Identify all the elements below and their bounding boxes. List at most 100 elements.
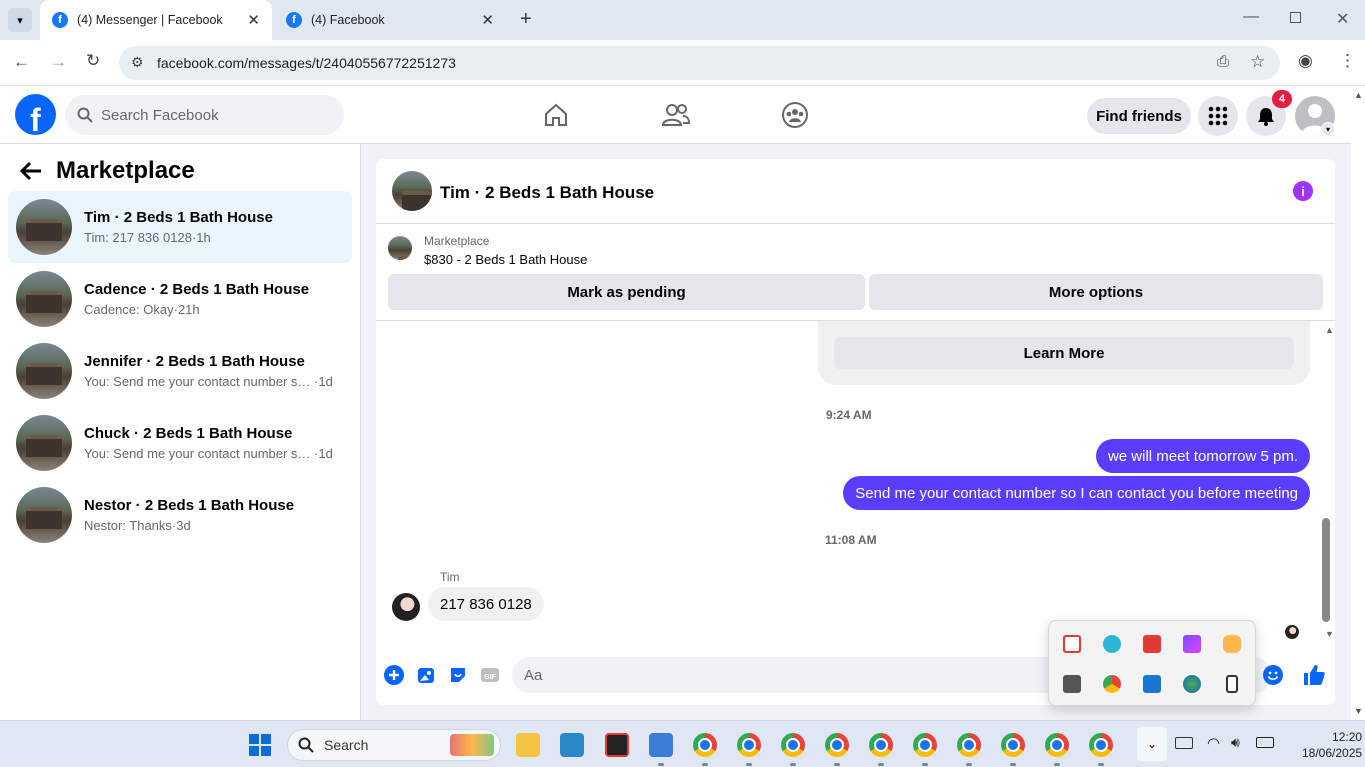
site-settings-icon[interactable]: ⚙ — [131, 54, 144, 71]
tab-search-dropdown-icon[interactable]: ▾ — [8, 8, 32, 32]
close-window-icon[interactable]: ✕ — [1336, 9, 1349, 29]
bookmark-star-icon[interactable]: ☆ — [1250, 52, 1265, 72]
battery-icon[interactable] — [1256, 737, 1274, 748]
sticker-icon[interactable] — [448, 665, 468, 685]
running-indicator — [878, 763, 884, 766]
listing-thumbnail[interactable] — [388, 236, 412, 260]
install-app-icon[interactable]: ⎙ — [1217, 53, 1229, 70]
find-friends-button[interactable]: Find friends — [1087, 98, 1191, 134]
tab-facebook[interactable]: f (4) Facebook ✕ — [274, 0, 506, 40]
outgoing-message[interactable]: we will meet tomorrow 5 pm. — [1095, 439, 1310, 473]
chrome-profile-icon[interactable] — [693, 733, 717, 757]
wifi-icon[interactable]: ◠ — [1207, 734, 1220, 752]
scroll-up-icon[interactable]: ▲ — [1325, 325, 1334, 335]
chrome-profile-icon[interactable] — [1001, 733, 1025, 757]
tab-title: (4) Messenger | Facebook — [77, 13, 223, 27]
incoming-message[interactable]: 217 836 0128 — [428, 587, 544, 621]
restore-icon[interactable] — [1290, 12, 1301, 23]
anydesk-icon[interactable] — [1143, 635, 1161, 653]
keyboard-icon[interactable] — [1175, 737, 1193, 749]
reload-icon[interactable]: ↻ — [86, 51, 100, 71]
chat-scroll-thumb[interactable] — [1322, 518, 1330, 622]
volume-icon[interactable]: 🔊︎ — [1231, 734, 1240, 751]
system-clock[interactable]: 12:20 18/06/2025 — [1302, 729, 1362, 761]
emoji-icon[interactable] — [1263, 665, 1283, 685]
network-app-icon[interactable] — [1143, 675, 1161, 693]
conversation-name: Cadence · 2 Beds 1 Bath House — [84, 281, 310, 298]
listing-title[interactable]: $830 - 2 Beds 1 Bath House — [424, 252, 587, 267]
scroll-down-icon[interactable]: ▼ — [1325, 629, 1334, 639]
chrome-profile-icon[interactable] — [1045, 733, 1069, 757]
tray-overflow-chevron-icon[interactable]: ⌄ — [1137, 727, 1167, 761]
friends-icon[interactable] — [659, 98, 693, 132]
mark-as-pending-button[interactable]: Mark as pending — [388, 274, 865, 310]
chrome-profile-icon[interactable] — [737, 733, 761, 757]
notepad-icon[interactable] — [649, 733, 673, 757]
conversation-time: 1d — [318, 446, 333, 461]
page-scroll-up-icon[interactable]: ▲ — [1354, 90, 1363, 100]
conversation-preview: Nestor: Thanks — [84, 518, 172, 533]
conversation-item[interactable]: Nestor · 2 Beds 1 Bath House Nestor: Tha… — [8, 479, 352, 551]
account-chevron-icon[interactable]: ▾ — [1321, 122, 1335, 136]
chat-title[interactable]: Tim · 2 Beds 1 Bath House — [440, 183, 654, 203]
chrome-icon[interactable] — [1103, 675, 1121, 693]
printer-icon[interactable] — [1063, 675, 1081, 693]
plus-circle-icon[interactable] — [384, 665, 404, 685]
gif-icon[interactable]: GIF — [480, 665, 500, 685]
chrome-profile-icon[interactable] — [869, 733, 893, 757]
menu-grid-button[interactable] — [1198, 96, 1238, 136]
chat-listing-avatar[interactable] — [392, 171, 432, 211]
close-tab-icon[interactable]: ✕ — [481, 11, 494, 29]
back-arrow-icon[interactable] — [20, 161, 42, 181]
feather-icon[interactable] — [1183, 635, 1201, 653]
photo-icon[interactable] — [416, 665, 436, 685]
usb-drive-icon[interactable] — [1226, 675, 1238, 693]
more-options-button[interactable]: More options — [869, 274, 1323, 310]
back-icon[interactable]: ← — [13, 52, 30, 72]
facebook-search-input[interactable]: Search Facebook — [65, 95, 344, 135]
browser-menu-icon[interactable]: ⋮ — [1339, 51, 1356, 71]
conversation-item[interactable]: Cadence · 2 Beds 1 Bath House Cadence: O… — [8, 263, 352, 335]
page-scroll-down-icon[interactable]: ▼ — [1354, 706, 1363, 716]
forward-icon[interactable]: → — [50, 52, 67, 72]
chrome-profile-icon[interactable] — [913, 733, 937, 757]
conversation-name: Jennifer · 2 Beds 1 Bath House — [84, 353, 305, 370]
thumbs-up-icon[interactable] — [1302, 663, 1326, 687]
info-card: Learn More — [818, 321, 1310, 385]
new-tab-icon[interactable]: + — [520, 8, 532, 31]
address-bar[interactable]: ⚙ facebook.com/messages/t/24040556772251… — [119, 46, 1280, 80]
sender-avatar[interactable] — [392, 593, 420, 621]
outgoing-message[interactable]: Send me your contact number so I can con… — [843, 476, 1310, 510]
screen-recorder-app-icon[interactable] — [605, 733, 629, 757]
conversation-item[interactable]: Tim · 2 Beds 1 Bath House Tim: 217 836 0… — [8, 191, 352, 263]
minimize-icon[interactable]: — — [1243, 8, 1259, 26]
home-icon[interactable] — [539, 98, 573, 132]
learn-more-label: Learn More — [1023, 344, 1105, 362]
file-explorer-icon[interactable] — [516, 733, 540, 757]
clock-date: 18/06/2025 — [1302, 746, 1363, 760]
conversation-item[interactable]: Jennifer · 2 Beds 1 Bath House You: Send… — [8, 335, 352, 407]
page-scrollbar[interactable]: ▲ ▼ — [1351, 86, 1365, 720]
screen-recorder-icon[interactable] — [1063, 635, 1081, 653]
sidebar-title: Marketplace — [56, 157, 195, 184]
conversation-item[interactable]: Chuck · 2 Beds 1 Bath House You: Send me… — [8, 407, 352, 479]
chrome-profile-icon[interactable] — [781, 733, 805, 757]
facebook-logo-icon[interactable]: f — [15, 94, 56, 135]
taskbar-search[interactable]: Search — [287, 729, 501, 761]
eraser-icon[interactable] — [1223, 635, 1241, 653]
globe-icon[interactable] — [1183, 675, 1201, 693]
remote-desktop-icon[interactable] — [560, 733, 584, 757]
chrome-profile-icon[interactable] — [1089, 733, 1113, 757]
groups-icon[interactable] — [778, 98, 812, 132]
chrome-profile-icon[interactable] — [825, 733, 849, 757]
tab-messenger[interactable]: f (4) Messenger | Facebook ✕ — [40, 0, 272, 40]
learn-more-button[interactable]: Learn More — [834, 337, 1294, 369]
app-s-icon[interactable] — [1103, 635, 1121, 653]
windows-start-icon[interactable] — [249, 734, 271, 756]
profile-icon[interactable]: ◉ — [1298, 51, 1313, 71]
info-icon[interactable]: i — [1293, 181, 1313, 201]
running-indicator — [1054, 763, 1060, 766]
chrome-profile-icon[interactable] — [957, 733, 981, 757]
close-tab-icon[interactable]: ✕ — [247, 11, 260, 29]
more-options-label: More options — [1048, 283, 1144, 301]
